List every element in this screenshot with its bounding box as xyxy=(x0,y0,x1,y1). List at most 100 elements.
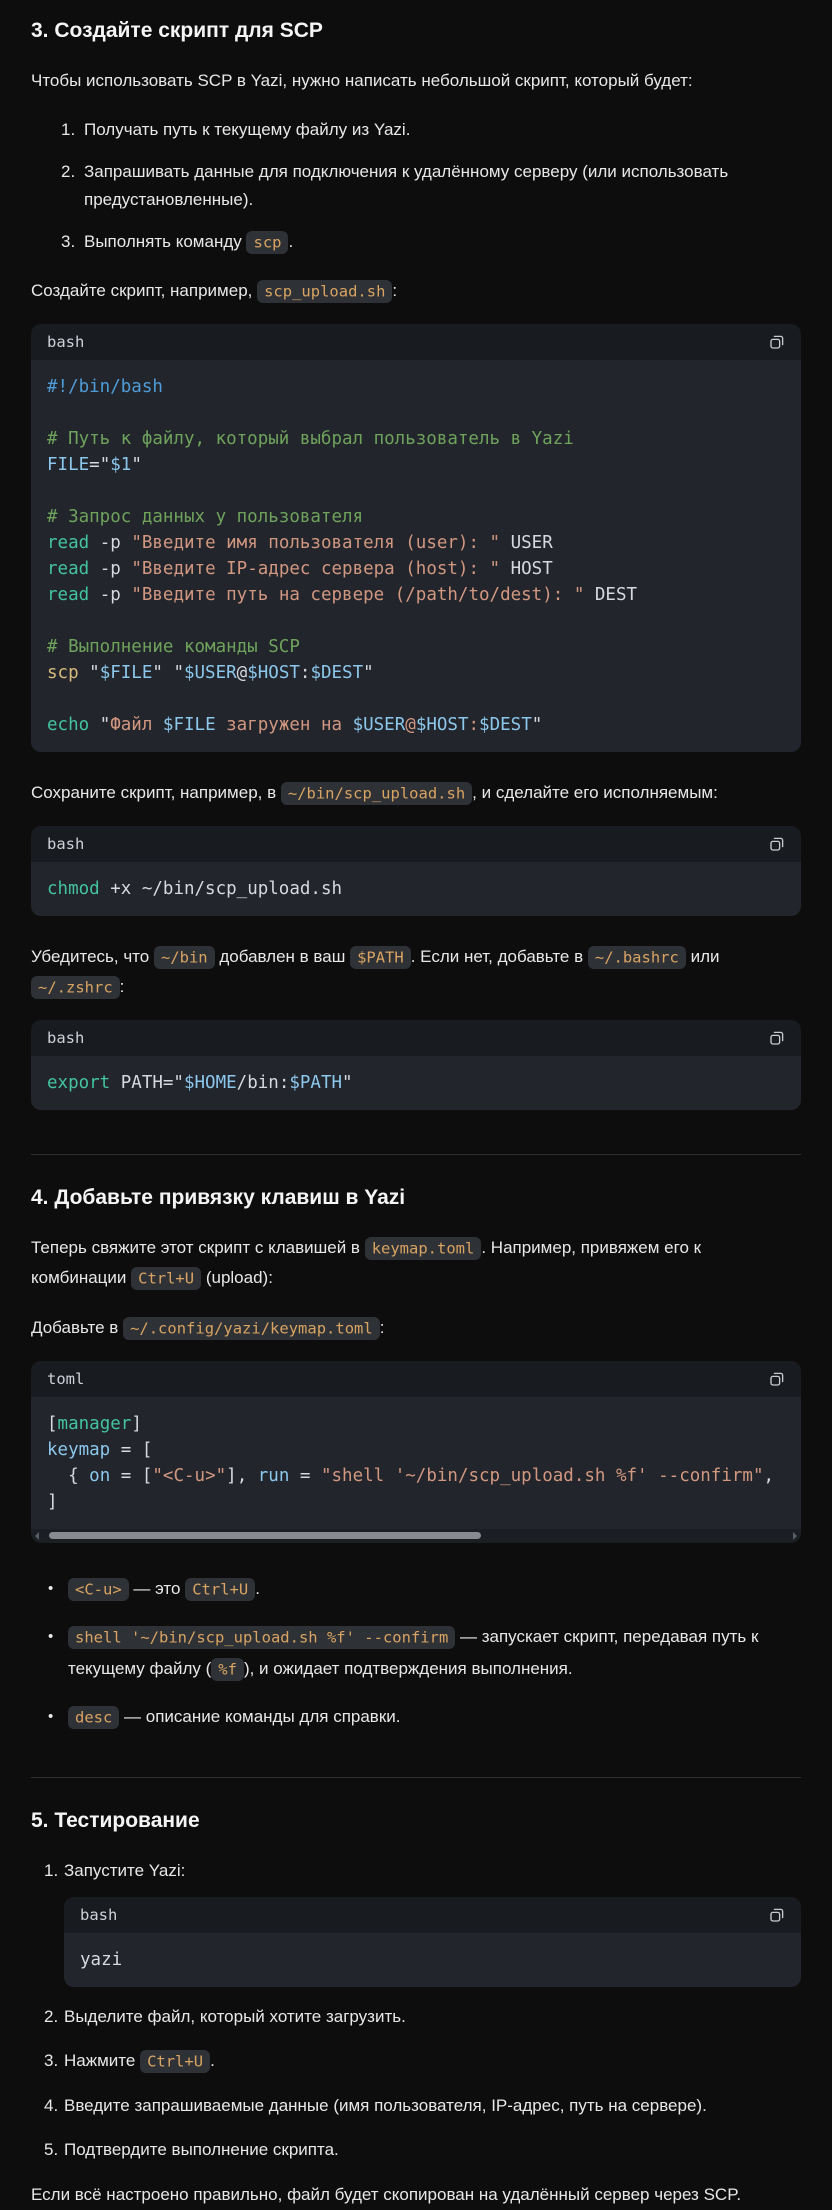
horizontal-scrollbar[interactable] xyxy=(31,1529,801,1543)
scroll-left-arrow-icon[interactable] xyxy=(35,1532,39,1540)
code-token: +x ~/bin/scp_upload.sh xyxy=(100,879,342,899)
code-token: $1 xyxy=(110,455,131,475)
code-token: "Введите IP-адрес сервера (host): " xyxy=(131,559,500,579)
code-token: read xyxy=(47,533,89,553)
copy-code-button[interactable] xyxy=(766,1904,788,1926)
code-token: PATH=" xyxy=(110,1073,184,1093)
section5-heading: 5. Тестирование xyxy=(31,1806,801,1836)
code-block-header: bash xyxy=(64,1897,801,1933)
code-token: DEST xyxy=(584,585,637,605)
create-script-paragraph: Создайте скрипт, например, scp_upload.sh… xyxy=(31,276,801,306)
code-token: "<C-u>" xyxy=(152,1466,226,1486)
code-token: read xyxy=(47,559,89,579)
code-token: { xyxy=(47,1466,89,1486)
section-divider xyxy=(31,1777,801,1778)
code-token: , xyxy=(764,1466,775,1486)
code-language-label: bash xyxy=(47,333,84,351)
path-check-paragraph: Убедитесь, что ~/bin добавлен в ваш $PAT… xyxy=(31,942,801,1002)
code-token: scp xyxy=(47,663,79,683)
inline-code: ~/.zshrc xyxy=(31,976,120,999)
code-block-keymap-toml: toml [manager]keymap = [ { on = ["<C-u>"… xyxy=(31,1361,801,1543)
code-line xyxy=(47,608,785,634)
code-token: @ xyxy=(405,715,416,735)
bullet-item: shell '~/bin/scp_upload.sh %f' --confirm… xyxy=(31,1621,801,1685)
copy-code-button[interactable] xyxy=(766,1027,788,1049)
code-token: = xyxy=(289,1466,321,1486)
section4-heading: 4. Добавьте привязку клавиш в Yazi xyxy=(31,1183,801,1213)
text-run: Если всё настроено правильно, файл будет… xyxy=(31,2185,741,2204)
inline-code: ~/.config/yazi/keymap.toml xyxy=(123,1317,380,1340)
code-token: # Запрос данных у пользователя xyxy=(47,507,363,527)
code-block-header: bash xyxy=(31,826,801,862)
scrollbar-thumb[interactable] xyxy=(49,1532,481,1539)
inline-code: keymap.toml xyxy=(365,1237,482,1260)
text-run: Теперь свяжите этот скрипт с клавишей в xyxy=(31,1238,365,1257)
code-token: -p xyxy=(89,559,131,579)
text-run: Получать путь к текущему файлу из Yazi. xyxy=(84,120,410,139)
code-token: =" xyxy=(89,455,110,475)
scroll-right-arrow-icon[interactable] xyxy=(793,1532,797,1540)
code-token: = [ xyxy=(110,1440,152,1460)
code-token: "Введите имя пользователя (user): " xyxy=(131,533,500,553)
text-run: . xyxy=(288,232,293,251)
inline-code: Ctrl+U xyxy=(131,1267,201,1290)
code-line xyxy=(47,478,785,504)
text-run: Выделите файл, который хотите загрузить. xyxy=(64,2007,406,2026)
code-token: read xyxy=(47,585,89,605)
closing-paragraph: Если всё настроено правильно, файл будет… xyxy=(31,2180,801,2210)
text-run: Подтвердите выполнение скрипта. xyxy=(64,2140,339,2159)
code-line: echo "Файл $FILE загружен на $USER@$HOST… xyxy=(47,712,785,738)
inline-code: shell '~/bin/scp_upload.sh %f' --confirm xyxy=(68,1626,455,1649)
code-token: $FILE xyxy=(100,663,153,683)
code-token: " xyxy=(131,455,142,475)
code-token: manager xyxy=(58,1414,132,1434)
code-line: read -p "Введите путь на сервере (/path/… xyxy=(47,582,785,608)
code-token: : xyxy=(300,663,311,683)
code-token: yazi xyxy=(80,1950,122,1970)
list-item: Подтвердите выполнение скрипта. xyxy=(31,2135,801,2164)
copy-icon xyxy=(768,1906,786,1924)
text-run: Запрашивать данные для подключения к уда… xyxy=(84,162,728,209)
code-token: " xyxy=(532,715,543,735)
code-content: chmod +x ~/bin/scp_upload.sh xyxy=(31,862,801,916)
code-content: export PATH="$HOME/bin:$PATH" xyxy=(31,1056,801,1110)
save-script-paragraph: Сохраните скрипт, например, в ~/bin/scp_… xyxy=(31,778,801,808)
code-line: read -p "Введите имя пользователя (user)… xyxy=(47,530,785,556)
code-token: -p xyxy=(89,533,131,553)
copy-code-button[interactable] xyxy=(766,331,788,353)
copy-code-button[interactable] xyxy=(766,1368,788,1390)
code-token: keymap xyxy=(47,1440,110,1460)
text-run: Чтобы использовать SCP в Yazi, нужно нап… xyxy=(31,71,693,90)
code-block-yazi: bash yazi xyxy=(64,1897,801,1987)
inline-code: Ctrl+U xyxy=(185,1578,255,1601)
code-line: chmod +x ~/bin/scp_upload.sh xyxy=(47,876,785,902)
code-token: -p xyxy=(89,585,131,605)
text-run: — описание команды для справки. xyxy=(119,1707,400,1726)
code-token: $DEST xyxy=(310,663,363,683)
code-line: FILE="$1" xyxy=(47,452,785,478)
code-line: scp "$FILE" "$USER@$HOST:$DEST" xyxy=(47,660,785,686)
list-item: Запустите Yazi: bash yazi xyxy=(31,1856,801,1987)
code-block-export-path: bash export PATH="$HOME/bin:$PATH" xyxy=(31,1020,801,1110)
code-token: @ xyxy=(237,663,248,683)
text-run: . xyxy=(255,1579,260,1598)
code-token: echo xyxy=(47,715,89,735)
code-token: /bin: xyxy=(237,1073,290,1093)
code-token: $USER xyxy=(184,663,237,683)
code-token: = [ xyxy=(110,1466,152,1486)
copy-icon xyxy=(768,333,786,351)
code-token: "shell '~/bin/scp_upload.sh %f' --confir… xyxy=(321,1466,764,1486)
text-run: Сохраните скрипт, например, в xyxy=(31,783,281,802)
code-line: export PATH="$HOME/bin:$PATH" xyxy=(47,1070,785,1096)
copy-code-button[interactable] xyxy=(766,833,788,855)
code-content: [manager]keymap = [ { on = ["<C-u>"], ru… xyxy=(31,1397,801,1529)
code-token: Файл xyxy=(110,715,163,735)
text-run: Нажмите xyxy=(64,2051,140,2070)
inline-code: scp_upload.sh xyxy=(257,280,392,303)
code-block-scp-script: bash #!/bin/bash# Путь к файлу, который … xyxy=(31,324,801,752)
code-token: # Выполнение команды SCP xyxy=(47,637,300,657)
code-token: "Введите путь на сервере (/path/to/dest)… xyxy=(131,585,584,605)
code-content: yazi xyxy=(64,1933,801,1987)
code-block-header: bash xyxy=(31,1020,801,1056)
text-run: : xyxy=(380,1318,385,1337)
